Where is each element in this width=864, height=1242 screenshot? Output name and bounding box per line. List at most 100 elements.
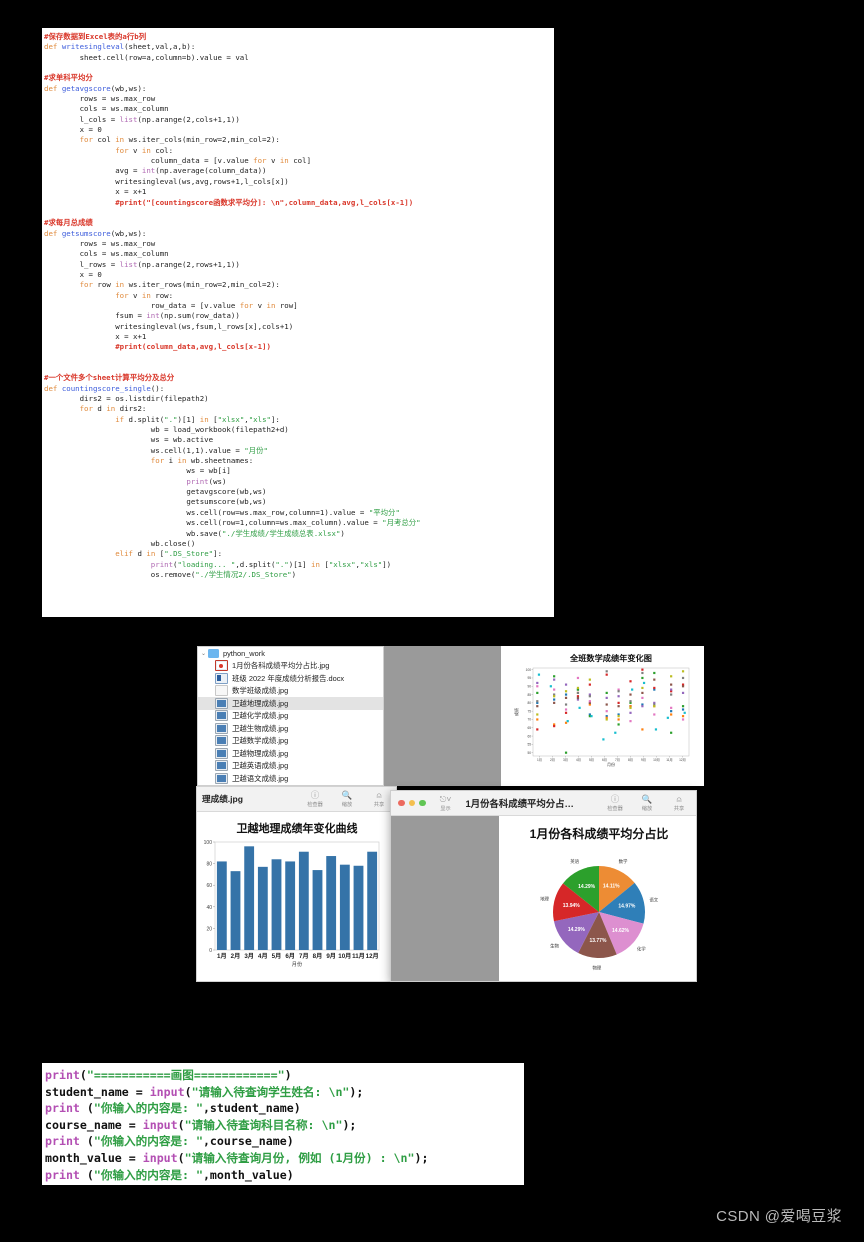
close-button[interactable] — [398, 799, 405, 807]
jpg-icon — [215, 697, 228, 709]
finder-file-name: 数学班级成绩.jpg — [232, 686, 289, 696]
sidebar-layout-icon: ⎋˅ — [439, 793, 452, 804]
svg-text:14.97%: 14.97% — [618, 903, 636, 909]
svg-text:地理: 地理 — [540, 895, 549, 901]
jpg-icon — [215, 747, 228, 759]
svg-text:40: 40 — [206, 905, 212, 911]
zoom-button[interactable]: 🔍 缩放 — [636, 793, 658, 812]
svg-text:75: 75 — [527, 709, 531, 713]
svg-text:14.62%: 14.62% — [612, 928, 630, 934]
info-circle-icon: ⓘ — [610, 793, 620, 804]
inspector-label: 检查器 — [307, 801, 323, 808]
magnifier-icon: 🔍 — [641, 793, 653, 804]
bar-chart-window[interactable]: 理成绩.jpg ⓘ 检查器 🔍 缩放 ⍝ 共享 卫越地理成绩年变化曲线 0 20 40… — [196, 786, 397, 982]
pie-chart-window[interactable]: ⎋˅ 显示 1月份各科成绩平均分占… ⓘ 检查器 🔍 缩放 ⍝ 共享 1月份各科… — [390, 790, 697, 982]
finder-file-name: 卫越物理成绩.jpg — [232, 748, 289, 758]
jpg-icon — [215, 722, 228, 734]
finder-root-label: python_work — [223, 648, 265, 658]
pie-window-title: 1月份各科成绩平均分占… — [465, 798, 574, 809]
finder-file-name: 班级 2022 年度成绩分析报告.docx — [232, 673, 345, 683]
inspector-label: 检查器 — [607, 805, 623, 812]
svg-text:90: 90 — [527, 684, 531, 688]
finder-file-row[interactable]: 卫越生物成绩.jpg — [198, 722, 383, 735]
svg-text:英语: 英语 — [570, 858, 579, 865]
svg-text:7月: 7月 — [299, 952, 309, 960]
magnifier-minus-icon: 🔍 — [341, 789, 353, 800]
jpg-red-icon — [215, 660, 228, 672]
zoom-button[interactable]: 🔍 缩放 — [336, 789, 358, 808]
inspector-button[interactable]: ⓘ 检查器 — [304, 789, 326, 808]
finder-root-folder-row[interactable]: ⌄ python_work — [198, 647, 383, 660]
svg-text:13.94%: 13.94% — [563, 903, 581, 909]
svg-text:80: 80 — [527, 701, 531, 705]
svg-text:12月: 12月 — [679, 758, 686, 762]
svg-text:11月: 11月 — [352, 952, 365, 960]
svg-text:1月: 1月 — [217, 952, 227, 960]
svg-text:全班数学成绩年变化图: 全班数学成绩年变化图 — [569, 653, 652, 663]
finder-rows-container: 1月份各科成绩平均分占比.jpg 班级 2022 年度成绩分析报告.docx 数学班… — [198, 660, 383, 785]
bar-chart-svg: 卫越地理成绩年变化曲线 0 20 40 60 80 100 1月 2月 3月 4月 5月 6月 7月 8月 9… — [204, 821, 380, 968]
share-button[interactable]: ⍝ 共享 — [668, 794, 690, 812]
svg-text:3月: 3月 — [244, 952, 254, 960]
finder-file-row[interactable]: 卫越英语成绩.jpg — [198, 760, 383, 773]
info-circle-icon: ⓘ — [310, 789, 320, 800]
minimize-button[interactable] — [408, 799, 415, 807]
svg-text:5月: 5月 — [272, 952, 282, 960]
finder-file-name: 卫越化学成绩.jpg — [232, 711, 289, 721]
share-button[interactable]: ⍝ 共享 — [368, 789, 390, 808]
svg-text:4月: 4月 — [576, 758, 581, 762]
svg-text:70: 70 — [527, 718, 531, 722]
svg-text:2月: 2月 — [550, 758, 555, 762]
window-traffic-lights[interactable] — [391, 799, 433, 807]
share-label: 共享 — [373, 801, 385, 808]
pie-window-tools: ⓘ 检查器 🔍 缩放 ⍝ 共享 — [604, 793, 696, 812]
blank-image-icon — [215, 685, 228, 697]
svg-text:成绩: 成绩 — [513, 708, 519, 716]
svg-text:1月份各科成绩平均分占比: 1月份各科成绩平均分占比 — [530, 826, 669, 841]
svg-text:7月: 7月 — [615, 758, 620, 762]
svg-text:生物: 生物 — [550, 942, 559, 949]
finder-file-row[interactable]: 班级 2022 年度成绩分析报告.docx — [198, 672, 383, 685]
scatter-chart-window[interactable]: 全班数学成绩年变化图 50 55 60 65 70 75 80 85 90 95 100 1月 2月 3月 4… — [501, 646, 704, 786]
finder-file-name: 卫越语文成绩.jpg — [232, 773, 289, 783]
bar-window-tools: ⓘ 检查器 🔍 缩放 ⍝ 共享 — [304, 789, 396, 808]
svg-text:月份: 月份 — [607, 761, 615, 767]
python-code-block-top: #保存数据到Excel表的a行b列 def writesingleval(she… — [42, 28, 554, 617]
svg-text:60: 60 — [206, 883, 212, 889]
finder-file-row[interactable]: 卫越地理成绩.jpg — [198, 697, 383, 710]
zoom-label: 缩放 — [641, 805, 653, 812]
svg-text:95: 95 — [527, 676, 531, 680]
svg-text:化学: 化学 — [637, 945, 646, 952]
finder-file-row[interactable]: 卫越数学成绩.jpg — [198, 735, 383, 748]
finder-file-list-window[interactable]: ⌄ python_work 1月份各科成绩平均分占比.jpg 班级 2022 年度… — [197, 646, 384, 786]
svg-text:数学: 数学 — [619, 858, 628, 865]
jpg-icon — [215, 772, 228, 784]
bar-window-title: 理成绩.jpg — [202, 794, 244, 804]
finder-file-row[interactable]: 卫越物理成绩.jpg — [198, 747, 383, 760]
svg-text:0: 0 — [209, 948, 212, 954]
maximize-button[interactable] — [419, 799, 426, 807]
finder-file-name: 1月份各科成绩平均分占比.jpg — [232, 661, 330, 671]
share-icon: ⍝ — [376, 789, 382, 800]
svg-text:卫越地理成绩年变化曲线: 卫越地理成绩年变化曲线 — [237, 821, 358, 835]
display-mode-button[interactable]: ⎋˅ 显示 — [433, 793, 459, 812]
finder-file-row[interactable]: 卫越化学成绩.jpg — [198, 710, 383, 723]
jpg-icon — [215, 760, 228, 772]
finder-file-row[interactable]: 卫越语文成绩.jpg — [198, 772, 383, 785]
jpg-icon — [215, 710, 228, 722]
svg-text:3月: 3月 — [563, 758, 568, 762]
inspector-button[interactable]: ⓘ 检查器 — [604, 793, 626, 812]
svg-text:8月: 8月 — [313, 952, 323, 960]
display-label: 显示 — [440, 805, 451, 812]
finder-file-row[interactable]: 数学班级成绩.jpg — [198, 685, 383, 698]
svg-text:11月: 11月 — [666, 758, 673, 762]
svg-text:1月: 1月 — [537, 758, 542, 762]
finder-file-row[interactable]: 1月份各科成绩平均分占比.jpg — [198, 660, 383, 673]
csdn-watermark: CSDN @爱喝豆浆 — [716, 1208, 842, 1225]
chevron-down-icon[interactable]: ⌄ — [201, 650, 208, 657]
scatter-chart-svg: 全班数学成绩年变化图 50 55 60 65 70 75 80 85 90 95 100 1月 2月 3月 4… — [513, 653, 690, 767]
svg-text:50: 50 — [527, 751, 531, 755]
svg-text:6月: 6月 — [285, 952, 295, 960]
svg-text:100: 100 — [204, 840, 213, 846]
svg-text:月份: 月份 — [292, 960, 303, 968]
